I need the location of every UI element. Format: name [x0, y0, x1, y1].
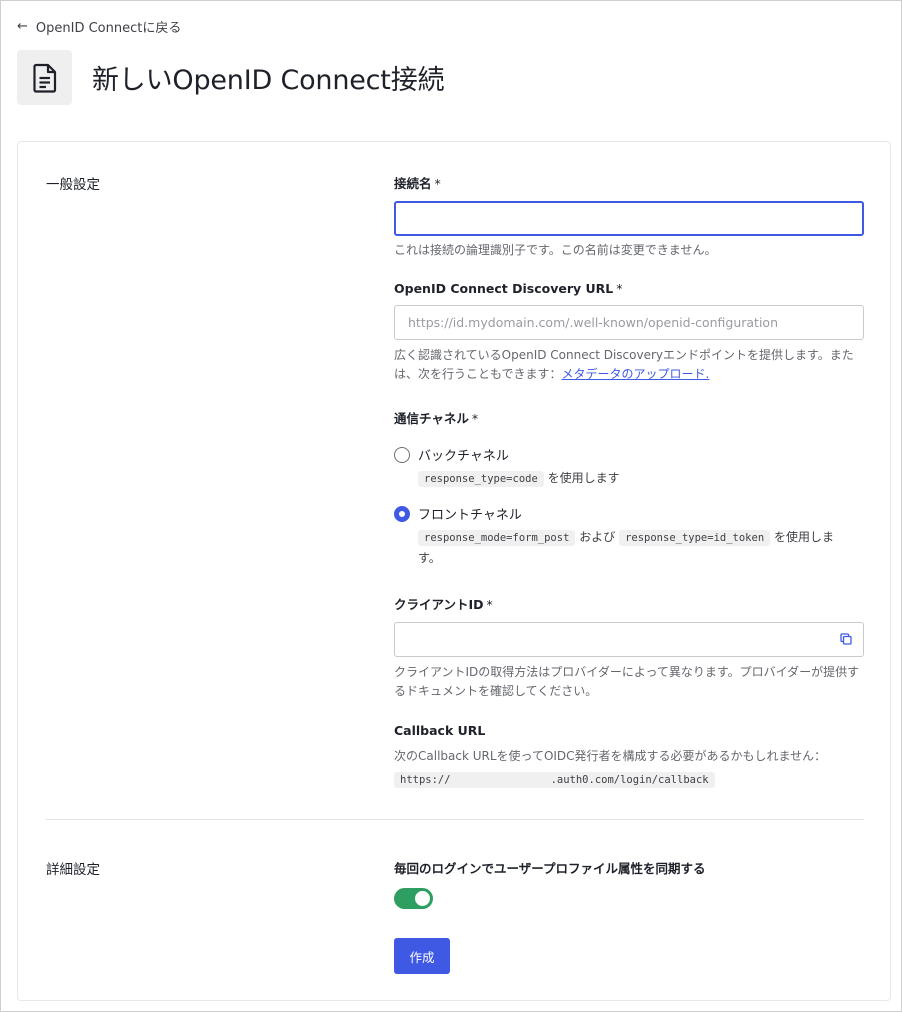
- back-channel-option[interactable]: バックチャネル: [394, 445, 864, 464]
- callback-help: 次のCallback URLを使ってOIDC発行者を構成する必要があるかもしれま…: [394, 749, 827, 763]
- sync-label: 毎回のログインでユーザープロファイル属性を同期する: [394, 861, 706, 876]
- discovery-url-help: 広く認識されているOpenID Connect Discoveryエンドポイント…: [394, 348, 854, 381]
- back-channel-desc: response_type=code を使用します: [418, 468, 864, 489]
- back-link[interactable]: ← OpenID Connectに戻る: [17, 17, 181, 36]
- channel-label: 通信チャネル *: [394, 411, 479, 426]
- connection-name-input[interactable]: [394, 201, 864, 236]
- sync-toggle[interactable]: [394, 888, 433, 909]
- callback-label: Callback URL: [394, 723, 486, 738]
- page-title: 新しいOpenID Connect接続: [92, 65, 445, 96]
- channel-group: 通信チャネル * バックチャネル response_type=code を使用しま…: [394, 408, 864, 568]
- connection-name-group: 接続名 * これは接続の論理識別子です。この名前は変更できません。: [394, 173, 864, 260]
- page-frame: ← OpenID Connectに戻る 新しいOpenID Connect接続 …: [0, 0, 902, 1012]
- front-channel-label: フロントチャネル: [418, 508, 522, 523]
- callback-url-value: https://.auth0.com/login/callback: [394, 772, 715, 788]
- client-id-group: クライアントID * クライアントIDの取得方法はプロバイダーによって異なります。…: [394, 594, 864, 701]
- arrow-left-icon: ←: [17, 19, 28, 34]
- actions: 作成: [394, 938, 450, 974]
- sync-group: 毎回のログインでユーザープロファイル属性を同期する: [394, 858, 864, 909]
- section-divider: [46, 819, 864, 820]
- discovery-url-group: OpenID Connect Discovery URL * https://id…: [394, 281, 864, 384]
- callback-group: Callback URL 次のCallback URLを使ってOIDC発行者を構…: [394, 723, 864, 788]
- back-link-label: OpenID Connectに戻る: [35, 21, 182, 36]
- metadata-upload-link[interactable]: メタデータのアップロード.: [562, 367, 710, 381]
- document-icon: [17, 50, 72, 105]
- advanced-settings-heading: 詳細設定: [46, 862, 100, 878]
- callback-url: https://.auth0.com/login/callback: [394, 768, 864, 788]
- general-settings-heading: 一般設定: [46, 177, 100, 193]
- front-channel-radio[interactable]: [394, 505, 410, 522]
- connection-name-help: これは接続の論理識別子です。この名前は変更できません。: [394, 243, 717, 257]
- copy-icon[interactable]: [840, 633, 852, 648]
- client-id-label: クライアントID *: [394, 597, 493, 612]
- settings-card: 一般設定 接続名 * これは接続の論理識別子です。この名前は変更できません。 Op…: [17, 141, 891, 1001]
- back-channel-label: バックチャネル: [418, 449, 509, 464]
- discovery-url-label: OpenID Connect Discovery URL *: [394, 281, 623, 296]
- toggle-knob: [415, 891, 430, 906]
- front-channel-desc: response_mode=form_post および response_typ…: [418, 530, 834, 565]
- back-channel-radio[interactable]: [394, 446, 410, 463]
- discovery-url-input[interactable]: https://id.mydomain.com/.well-known/open…: [394, 305, 864, 340]
- client-id-input[interactable]: [394, 622, 864, 657]
- connection-name-label: 接続名 *: [394, 176, 441, 191]
- page-header: 新しいOpenID Connect接続: [17, 50, 444, 105]
- client-id-help: クライアントIDの取得方法はプロバイダーによって異なります。プロバイダーが提供す…: [394, 665, 860, 698]
- create-button[interactable]: 作成: [394, 938, 450, 974]
- front-channel-option[interactable]: フロントチャネル: [394, 504, 864, 523]
- discovery-url-placeholder: https://id.mydomain.com/.well-known/open…: [408, 315, 778, 330]
